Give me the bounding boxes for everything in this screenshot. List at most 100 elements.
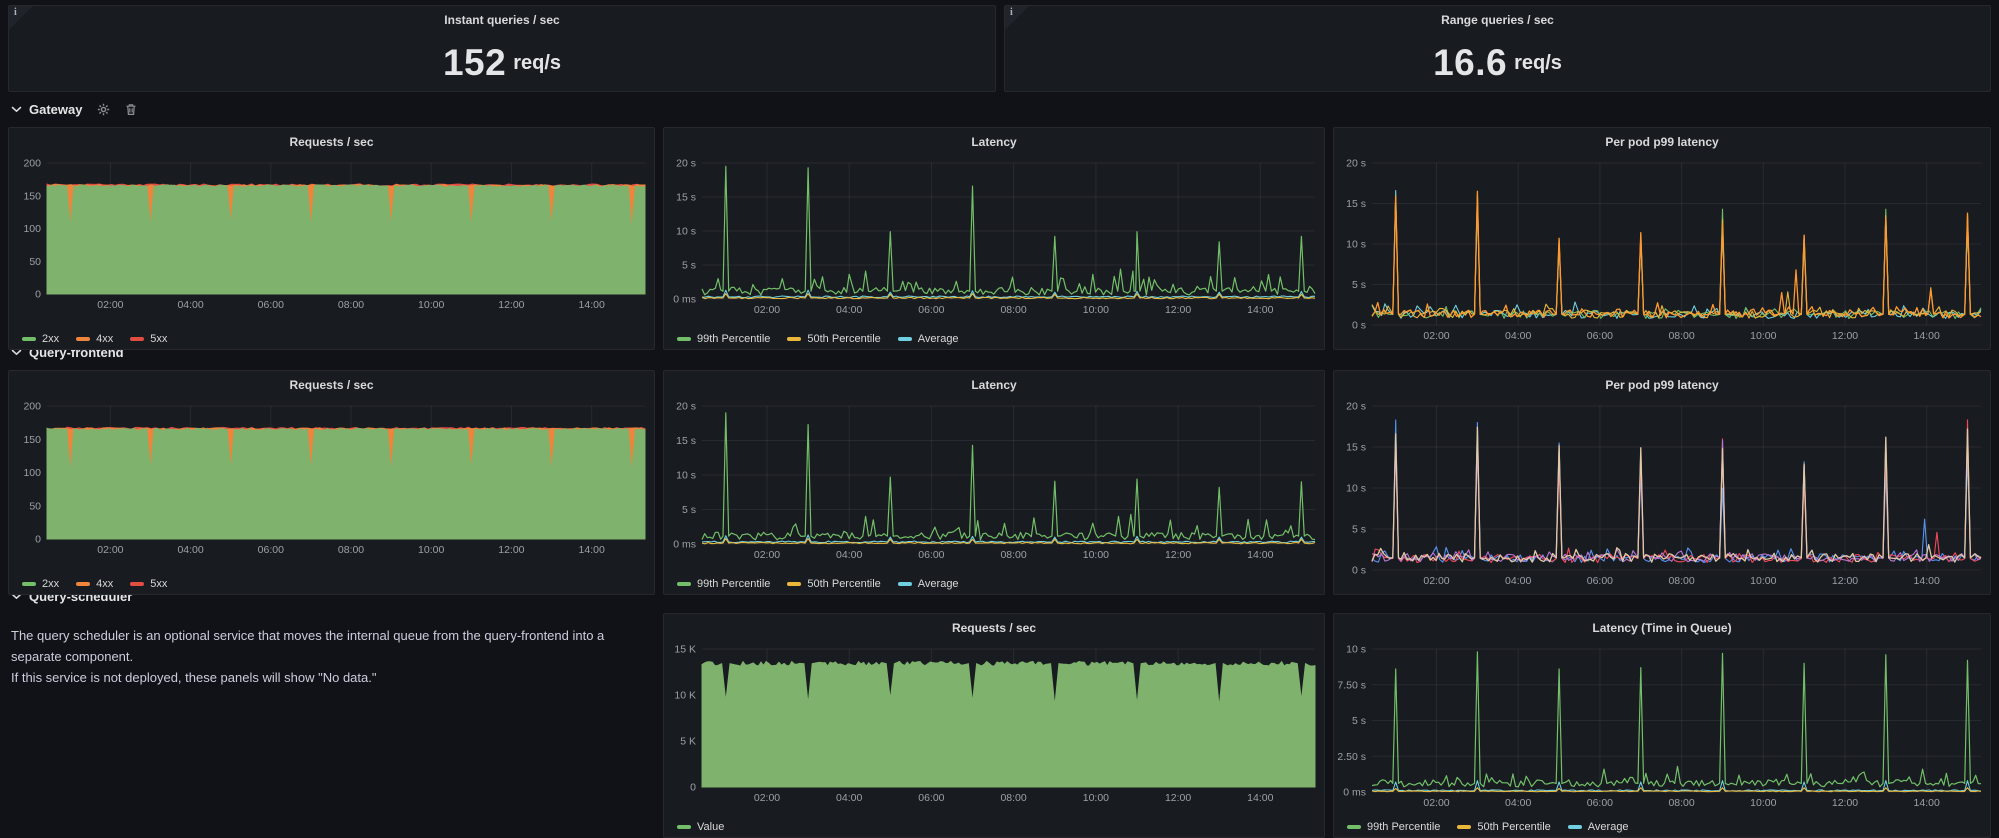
svg-text:10:00: 10:00 <box>418 544 444 556</box>
svg-text:20 s: 20 s <box>1346 158 1366 170</box>
chart-qf-requests[interactable]: 0 50 100 150 200 02:00 04:00 06:00 08:00 10:00 12:… <box>9 399 654 573</box>
svg-text:08:00: 08:00 <box>1668 797 1694 809</box>
svg-text:15 s: 15 s <box>676 192 696 204</box>
svg-text:10 s: 10 s <box>676 226 696 238</box>
stat-value-wrap: 152 req/s <box>9 34 995 91</box>
panel-title[interactable]: Latency (Time in Queue) <box>1334 614 1990 642</box>
legend-item-5xx[interactable]: 5xx <box>130 333 167 345</box>
svg-text:02:00: 02:00 <box>1423 797 1449 809</box>
panel-qs-requests: Requests / sec 0 5 K 10 K 15 K 02:00 04:00 06:… <box>663 613 1325 838</box>
svg-text:06:00: 06:00 <box>258 299 284 311</box>
panel-title[interactable]: Per pod p99 latency <box>1334 128 1990 156</box>
svg-text:14:00: 14:00 <box>1914 330 1940 342</box>
row-delete-trash-icon[interactable] <box>125 103 137 116</box>
svg-text:50: 50 <box>29 500 41 512</box>
svg-text:04:00: 04:00 <box>177 299 203 311</box>
svg-text:5 s: 5 s <box>682 260 696 272</box>
svg-text:04:00: 04:00 <box>836 549 862 561</box>
legend-item-4xx[interactable]: 4xx <box>76 578 113 590</box>
svg-text:15 s: 15 s <box>676 435 696 447</box>
svg-text:12:00: 12:00 <box>1832 797 1858 809</box>
svg-text:12:00: 12:00 <box>498 299 524 311</box>
chart-qs-requests[interactable]: 0 5 K 10 K 15 K 02:00 04:00 06:00 08:00 10:00 12:… <box>664 642 1324 816</box>
chart-legend: 99th Percentile 50th Percentile Average <box>664 573 1324 594</box>
svg-text:10 s: 10 s <box>1346 483 1366 495</box>
chart-gateway-latency[interactable]: 0 ms 5 s 10 s 15 s 20 s 02:00 04:00 06:00 08:00 1… <box>664 156 1324 328</box>
svg-text:5 s: 5 s <box>1352 524 1366 536</box>
gateway-panels-row: Requests / sec 0 50 100 150 200 02:00 04:00 06:… <box>8 127 1991 350</box>
legend-item-2xx[interactable]: 2xx <box>22 333 59 345</box>
svg-text:10:00: 10:00 <box>1083 792 1109 804</box>
chart-legend: 2xx 4xx 5xx <box>9 328 654 349</box>
svg-text:08:00: 08:00 <box>1000 549 1026 561</box>
svg-text:14:00: 14:00 <box>1247 549 1273 561</box>
panel-title[interactable]: Requests / sec <box>9 371 654 399</box>
svg-text:08:00: 08:00 <box>1668 575 1694 587</box>
panel-gateway-latency: Latency 0 ms 5 s 10 s 15 s 20 s 02:00 04:00 06:… <box>663 127 1325 350</box>
chart-gateway-requests[interactable]: 0 50 100 150 200 02:00 04:00 06:00 08:00 10:00 12:… <box>9 156 654 328</box>
legend-item-2xx[interactable]: 2xx <box>22 578 59 590</box>
svg-text:12:00: 12:00 <box>1832 330 1858 342</box>
scheduler-description-text: The query scheduler is an optional servi… <box>11 628 605 686</box>
row-header-gateway[interactable]: Gateway <box>8 92 1991 127</box>
svg-text:02:00: 02:00 <box>1423 330 1449 342</box>
svg-text:08:00: 08:00 <box>1668 330 1694 342</box>
svg-text:04:00: 04:00 <box>1505 330 1531 342</box>
legend-item-99th-percentile[interactable]: 99th Percentile <box>1347 821 1440 833</box>
svg-text:10:00: 10:00 <box>1750 330 1776 342</box>
svg-text:0: 0 <box>35 289 41 301</box>
chart-qs-queue-latency[interactable]: 0 ms 2.50 s 5 s 7.50 s 10 s 02:00 04:00 06:00 08… <box>1334 642 1990 816</box>
legend-item-99th-percentile[interactable]: 99th Percentile <box>677 578 770 590</box>
legend-item-average[interactable]: Average <box>1567 821 1629 833</box>
svg-text:06:00: 06:00 <box>1587 797 1613 809</box>
svg-text:10:00: 10:00 <box>1083 304 1109 316</box>
chart-legend: 2xx 4xx 5xx <box>9 573 654 594</box>
legend-item-50th-percentile[interactable]: 50th Percentile <box>787 333 881 345</box>
svg-text:0 s: 0 s <box>1352 565 1366 577</box>
legend-item-50th-percentile[interactable]: 50th Percentile <box>787 578 881 590</box>
legend-item-5xx[interactable]: 5xx <box>130 578 167 590</box>
row-settings-gear-icon[interactable] <box>97 103 110 116</box>
svg-text:02:00: 02:00 <box>97 544 123 556</box>
svg-text:10 s: 10 s <box>1346 239 1366 251</box>
legend-item-50th-percentile[interactable]: 50th Percentile <box>1457 821 1551 833</box>
svg-text:04:00: 04:00 <box>1505 797 1531 809</box>
legend-item-average[interactable]: Average <box>897 578 959 590</box>
svg-text:02:00: 02:00 <box>754 549 780 561</box>
panel-title[interactable]: Latency <box>664 128 1324 156</box>
panel-title-instant-queries[interactable]: Instant queries / sec <box>9 6 995 34</box>
svg-text:5 s: 5 s <box>682 504 696 516</box>
info-icon: i <box>1010 7 1013 18</box>
panel-title-range-queries[interactable]: Range queries / sec <box>1005 6 1990 34</box>
chart-qf-latency[interactable]: 0 ms 5 s 10 s 15 s 20 s 02:00 04:00 06:00 08:00 1… <box>664 399 1324 573</box>
row-label: Gateway <box>29 102 83 117</box>
svg-text:200: 200 <box>23 401 41 413</box>
panel-qf-latency: Latency 0 ms 5 s 10 s 15 s 20 s 02:00 04:00 06:… <box>663 370 1325 595</box>
chart-gateway-per-pod-p99[interactable]: 0 s 5 s 10 s 15 s 20 s 02:00 04:00 06:00 08:00 10… <box>1334 156 1990 349</box>
svg-text:20 s: 20 s <box>676 158 696 170</box>
svg-text:0 ms: 0 ms <box>673 294 696 306</box>
panel-title[interactable]: Latency <box>664 371 1324 399</box>
svg-text:02:00: 02:00 <box>1423 575 1449 587</box>
svg-text:12:00: 12:00 <box>1832 575 1858 587</box>
panel-qf-per-pod-p99: Per pod p99 latency 0 s 5 s 10 s 15 s 20 s 02… <box>1333 370 1991 595</box>
panel-info-corner[interactable]: i <box>1005 6 1029 30</box>
legend-item-4xx[interactable]: 4xx <box>76 333 113 345</box>
legend-item-average[interactable]: Average <box>897 333 959 345</box>
svg-text:06:00: 06:00 <box>918 304 944 316</box>
svg-text:04:00: 04:00 <box>836 792 862 804</box>
svg-text:0: 0 <box>690 782 696 794</box>
panel-title[interactable]: Requests / sec <box>9 128 654 156</box>
grafana-dashboard: i Instant queries / sec 152 req/s i Rang… <box>0 0 1999 838</box>
svg-text:04:00: 04:00 <box>1505 575 1531 587</box>
legend-item-value[interactable]: Value <box>677 821 724 833</box>
svg-text:150: 150 <box>23 434 41 446</box>
svg-text:06:00: 06:00 <box>1587 330 1613 342</box>
panel-info-corner[interactable]: i <box>9 6 33 30</box>
stat-unit: req/s <box>513 51 562 74</box>
legend-item-99th-percentile[interactable]: 99th Percentile <box>677 333 770 345</box>
chart-qf-per-pod-p99[interactable]: 0 s 5 s 10 s 15 s 20 s 02:00 04:00 06:00 08:00 10… <box>1334 399 1990 594</box>
info-icon: i <box>14 7 17 18</box>
panel-title[interactable]: Per pod p99 latency <box>1334 371 1990 399</box>
panel-title[interactable]: Requests / sec <box>664 614 1324 642</box>
